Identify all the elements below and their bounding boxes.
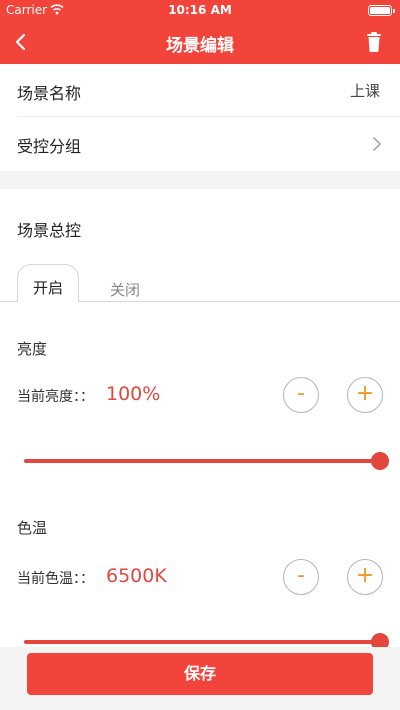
brightness-decrease-button[interactable]: - — [283, 377, 319, 413]
chevron-right-icon — [373, 137, 381, 151]
tab-off[interactable]: 关闭 — [110, 279, 140, 300]
app-header: Carrier 10:16 AM 场景编辑 — [0, 0, 400, 64]
color-temp-decrease-button[interactable]: - — [283, 559, 319, 595]
color-temp-title: 色温 — [17, 519, 48, 537]
controlled-group-row[interactable]: 受控分组 — [0, 117, 400, 171]
controlled-group-label: 受控分组 — [17, 137, 82, 156]
brightness-value: 100% — [106, 383, 161, 405]
navigation-bar: 场景编辑 — [0, 20, 400, 64]
color-temp-increase-button[interactable]: + — [347, 559, 383, 595]
brightness-increase-button[interactable]: + — [347, 377, 383, 413]
battery-icon — [368, 5, 395, 16]
color-temp-value: 6500K — [106, 565, 167, 587]
trash-icon[interactable] — [358, 26, 390, 58]
slider-fill — [24, 459, 380, 463]
tab-on[interactable]: 开启 — [17, 264, 79, 302]
brightness-slider[interactable] — [24, 451, 389, 471]
brightness-title: 亮度 — [17, 340, 48, 358]
footer-bar: 保存 — [0, 647, 400, 710]
section-title-master: 场景总控 — [17, 221, 82, 240]
scene-name-row[interactable]: 场景名称 上课 — [0, 64, 400, 118]
slider-thumb[interactable] — [371, 452, 389, 470]
status-time: 10:16 AM — [168, 3, 232, 17]
brightness-current-label: 当前亮度：： — [17, 389, 94, 405]
status-bar: Carrier 10:16 AM — [0, 0, 400, 20]
slider-fill — [24, 640, 380, 644]
save-button[interactable]: 保存 — [27, 653, 373, 695]
color-temp-current-label: 当前色温：： — [17, 571, 94, 587]
scene-name-value: 上课 — [349, 82, 380, 100]
page-title: 场景编辑 — [166, 36, 234, 56]
scene-name-label: 场景名称 — [17, 84, 82, 103]
